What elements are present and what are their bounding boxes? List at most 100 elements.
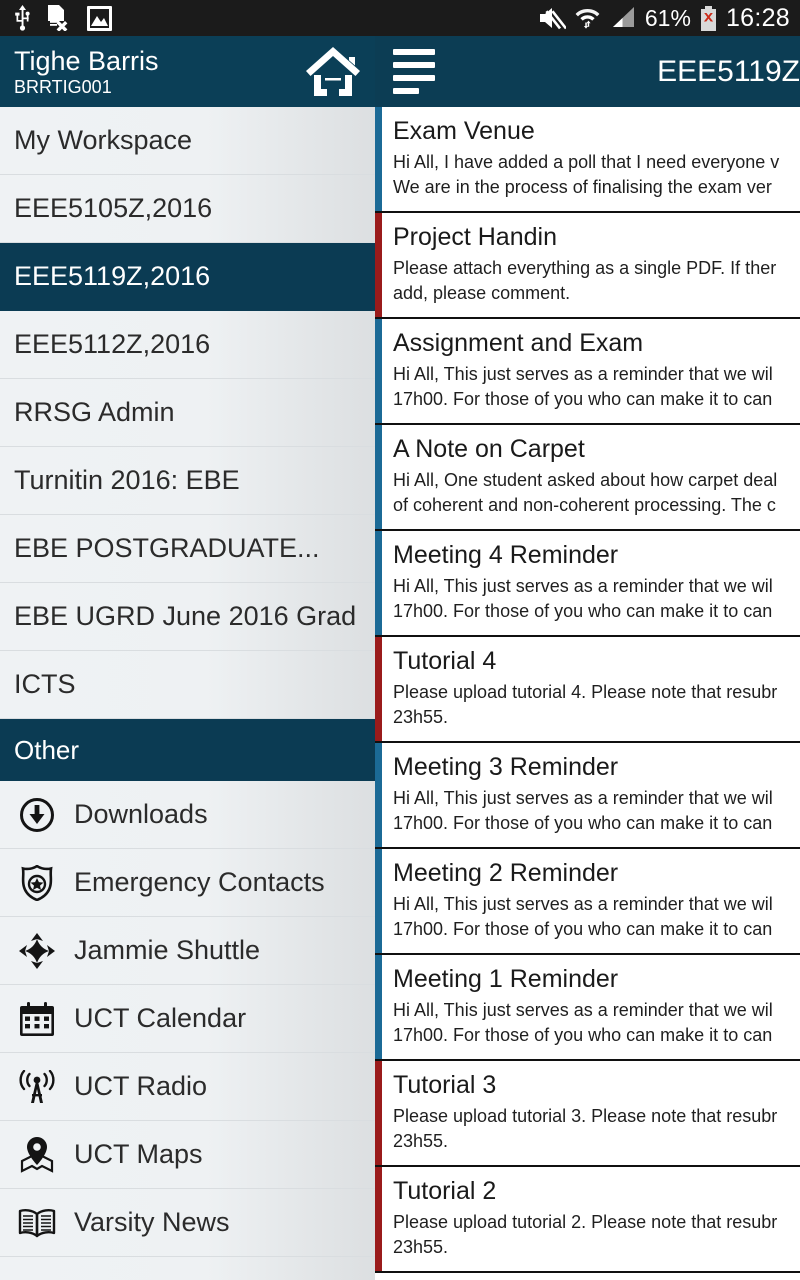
- sidebar-item-label: EBE UGRD June 2016 Grad: [14, 601, 357, 631]
- sidebar-item-site[interactable]: My Workspace: [0, 107, 375, 175]
- sidebar-item-label: EBE POSTGRADUATE...: [14, 533, 320, 563]
- sidebar-item-tool[interactable]: Varsity News: [0, 1189, 375, 1257]
- sidebar-item-site[interactable]: EEE5112Z,2016: [0, 311, 375, 379]
- sidebar-item-site[interactable]: ICTS: [0, 651, 375, 719]
- announcement-item[interactable]: Tutorial 2 Please upload tutorial 2. Plea…: [375, 1167, 800, 1273]
- sidebar-sites-list: My Workspace EEE5105Z,2016 EEE5119Z,2016 EE…: [0, 107, 375, 719]
- sidebar-item-label: EEE5112Z,2016: [14, 329, 211, 359]
- announcement-title: Project Handin: [393, 223, 557, 251]
- sidebar-item-label: RRSG Admin: [14, 397, 175, 427]
- announcement-title: Tutorial 3: [393, 1071, 497, 1099]
- announcement-body: Hi All, This just serves as a reminder t…: [393, 364, 773, 409]
- sidebar-tool-label: Varsity News: [74, 1207, 230, 1237]
- announcement-title: Meeting 1 Reminder: [393, 965, 619, 993]
- user-header: Tighe Barris BRRTIG001: [0, 36, 375, 107]
- announcement-body: Please upload tutorial 4. Please note th…: [393, 682, 778, 727]
- announcement-body: Hi All, This just serves as a reminder t…: [393, 894, 773, 939]
- sidebar-item-label: Turnitin 2016: EBE: [14, 465, 240, 495]
- sidebar-tool-label: Downloads: [74, 799, 208, 829]
- announcement-title: Tutorial 2: [393, 1177, 497, 1205]
- sidebar-item-label: ICTS: [14, 669, 76, 699]
- sidebar-section-other: Other: [0, 719, 375, 781]
- announcement-accent-bar: [375, 743, 382, 847]
- announcement-title: Tutorial 4: [393, 647, 497, 675]
- announcement-item[interactable]: A Note on Carpet Hi All, One student aske…: [375, 425, 800, 531]
- announcement-accent-bar: [375, 531, 382, 635]
- picture-icon: [87, 5, 112, 31]
- battery-percent: 61%: [644, 4, 691, 31]
- sidebar-tool-label: Jammie Shuttle: [74, 935, 261, 965]
- announcement-title: Exam Venue: [393, 117, 535, 145]
- site-header: EEE5119Z: [375, 36, 800, 107]
- sidebar-tool-label: UCT Calendar: [74, 1003, 247, 1033]
- status-bar-left-icons: [14, 5, 112, 31]
- announcement-accent-bar: [375, 213, 382, 317]
- sidebar-item-tool[interactable]: UCT Radio: [0, 1053, 375, 1121]
- user-name: Tighe Barris: [14, 45, 159, 76]
- sidebar-item-site[interactable]: Turnitin 2016: EBE: [0, 447, 375, 515]
- page-title: EEE5119Z: [657, 56, 800, 87]
- sidebar-item-site[interactable]: EBE POSTGRADUATE...: [0, 515, 375, 583]
- announcement-title: Assignment and Exam: [393, 329, 644, 357]
- announcement-item[interactable]: Project Handin Please attach everything a…: [375, 213, 800, 319]
- announcement-item[interactable]: Exam Venue Hi All, I have added a poll th…: [375, 107, 800, 213]
- sidebar-item-site[interactable]: EBE UGRD June 2016 Grad: [0, 583, 375, 651]
- hamburger-menu-icon[interactable]: [393, 49, 435, 94]
- announcement-item[interactable]: Tutorial 4 Please upload tutorial 4. Plea…: [375, 637, 800, 743]
- sidebar-item-site[interactable]: RRSG Admin: [0, 379, 375, 447]
- announcement-accent-bar: [375, 955, 382, 1059]
- sidebar-item-tool[interactable]: UCT Maps: [0, 1121, 375, 1189]
- sidebar-tool-label: UCT Maps: [74, 1139, 203, 1169]
- radio-tower-icon: [18, 1068, 56, 1106]
- announcement-title: Meeting 4 Reminder: [393, 541, 619, 569]
- announcement-accent-bar: [375, 319, 382, 423]
- shield-star-icon: [18, 864, 56, 902]
- sidebar-section-label: Other: [14, 734, 80, 765]
- announcement-accent-bar: [375, 107, 382, 211]
- announcement-body: Hi All, This just serves as a reminder t…: [393, 1000, 773, 1045]
- sidebar[interactable]: My Workspace EEE5105Z,2016 EEE5119Z,2016 EE…: [0, 107, 375, 1280]
- home-icon[interactable]: [305, 46, 361, 98]
- announcement-body: Hi All, I have added a poll that I need …: [393, 152, 780, 197]
- announcement-title: A Note on Carpet: [393, 435, 585, 463]
- sidebar-item-tool[interactable]: Downloads: [0, 781, 375, 849]
- announcement-accent-bar: [375, 1061, 382, 1165]
- sidebar-tool-label: UCT Radio: [74, 1071, 208, 1101]
- announcement-item[interactable]: Assignment and Exam Hi All, This just ser…: [375, 319, 800, 425]
- battery-error-icon: [700, 5, 717, 31]
- announcement-body: Hi All, This just serves as a reminder t…: [393, 576, 773, 621]
- announcement-item[interactable]: Tutorial 3 Please upload tutorial 3. Plea…: [375, 1061, 800, 1167]
- sidebar-item-site[interactable]: EEE5119Z,2016: [0, 243, 375, 311]
- user-id: BRRTIG001: [14, 76, 112, 97]
- announcement-item[interactable]: Meeting 3 Reminder Hi All, This just serv…: [375, 743, 800, 849]
- mute-icon: [539, 6, 566, 30]
- document-remove-icon: [47, 5, 71, 31]
- open-book-icon: [18, 1204, 56, 1242]
- sidebar-item-tool[interactable]: Emergency Contacts: [0, 849, 375, 917]
- announcement-item[interactable]: Meeting 4 Reminder Hi All, This just serv…: [375, 531, 800, 637]
- sidebar-tools-list: Downloads Emergency Contacts Jammie Shuttl…: [0, 781, 375, 1257]
- status-bar: 61% 16:28: [0, 0, 800, 36]
- calendar-icon: [18, 1000, 56, 1038]
- announcement-body: Please upload tutorial 3. Please note th…: [393, 1106, 778, 1151]
- announcement-accent-bar: [375, 425, 382, 529]
- sidebar-item-site[interactable]: EEE5105Z,2016: [0, 175, 375, 243]
- announcement-item[interactable]: Meeting 1 Reminder Hi All, This just serv…: [375, 955, 800, 1061]
- announcement-item[interactable]: Meeting 2 Reminder Hi All, This just serv…: [375, 849, 800, 955]
- announcement-title: Meeting 2 Reminder: [393, 859, 619, 887]
- announcement-body: Please upload tutorial 2. Please note th…: [393, 1212, 778, 1257]
- sidebar-item-label: EEE5119Z,2016: [14, 261, 211, 291]
- announcement-accent-bar: [375, 849, 382, 953]
- download-circle-icon: [18, 796, 56, 834]
- sidebar-tool-label: Emergency Contacts: [74, 867, 325, 897]
- app-bar: Tighe Barris BRRTIG001 EEE5119Z: [0, 36, 800, 107]
- sidebar-item-tool[interactable]: Jammie Shuttle: [0, 917, 375, 985]
- sidebar-item-tool[interactable]: UCT Calendar: [0, 985, 375, 1053]
- status-bar-right-icons: 61% 16:28: [539, 4, 790, 31]
- signal-icon: [609, 6, 636, 30]
- map-pin-icon: [18, 1136, 56, 1174]
- sidebar-item-label: EEE5105Z,2016: [14, 193, 213, 223]
- user-info: Tighe Barris BRRTIG001: [14, 46, 159, 98]
- announcement-body: Please attach everything as a single PDF…: [393, 258, 777, 303]
- announcement-list[interactable]: Exam Venue Hi All, I have added a poll th…: [375, 107, 800, 1280]
